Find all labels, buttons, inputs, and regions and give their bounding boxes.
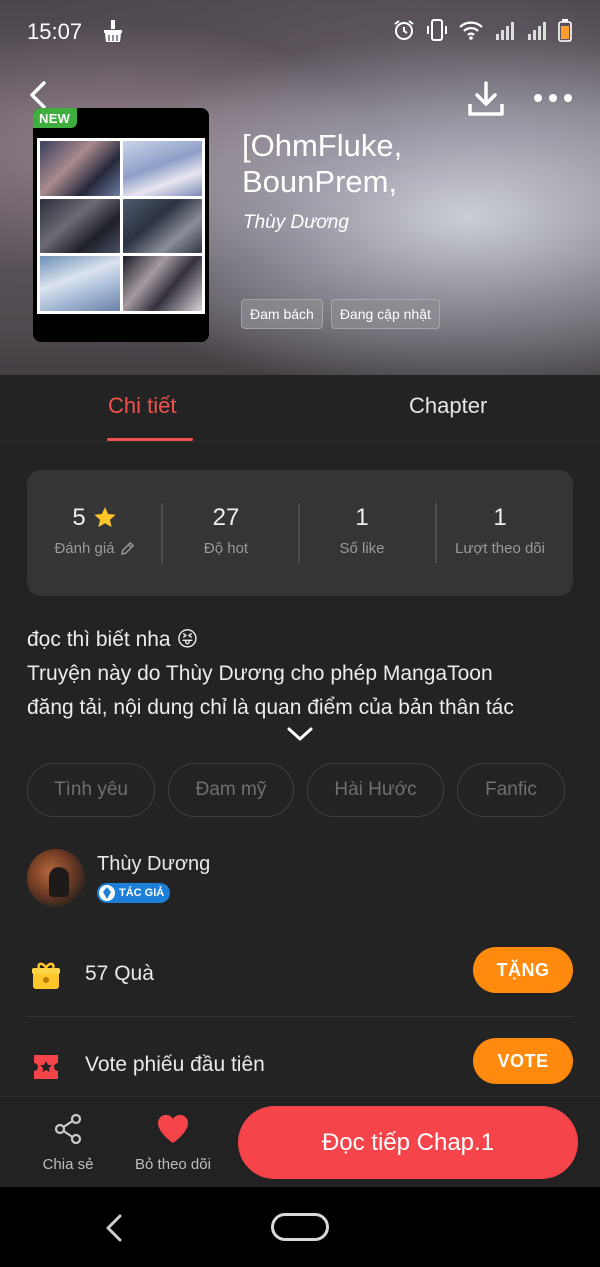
author-badge-icon [99, 885, 115, 901]
continue-reading-button[interactable]: Đọc tiếp Chap.1 [238, 1106, 578, 1179]
rating-label: Đánh giá [54, 540, 115, 557]
status-bar: 15:07 [0, 0, 600, 62]
main-content: Chi tiết Chapter 5 Đánh giá 27 Độ hot 1 … [0, 375, 600, 1187]
book-cover: NEW [33, 108, 209, 342]
book-author: Thùy Dương [243, 212, 349, 233]
share-label: Chia sẻ [42, 1156, 94, 1173]
nav-back-button[interactable] [100, 1213, 130, 1243]
genre-tag[interactable]: Đam mỹ [168, 763, 294, 817]
author-badge: TÁC GIẢ [97, 883, 171, 903]
author-badge-label: TÁC GIẢ [119, 887, 165, 899]
genre-tag[interactable]: Fanfic [457, 763, 565, 817]
heart-icon [157, 1114, 189, 1143]
gift-count: 57 Quà [85, 962, 154, 985]
signal-icon [496, 22, 514, 40]
broom-icon [100, 18, 126, 49]
signal-icon-2 [528, 22, 546, 40]
wifi-icon [459, 21, 483, 40]
chip-category: Đam bách [241, 299, 323, 329]
bottom-action-bar: Chia sẻ Bỏ theo dõi Đọc tiếp Chap.1 [0, 1096, 600, 1187]
more-options-button[interactable] [532, 84, 574, 112]
genre-tag[interactable]: Hài Hước [307, 763, 444, 817]
status-time: 15:07 [27, 19, 83, 44]
pencil-icon [120, 542, 134, 555]
stat-hot: 27 Độ hot [158, 504, 294, 557]
stat-follows: 1 Lượt theo dõi [432, 504, 568, 557]
hot-value: 27 [212, 504, 240, 531]
author-name[interactable]: Thùy Dương [97, 853, 210, 876]
tab-chapter[interactable]: Chapter [409, 393, 487, 419]
share-button[interactable]: Chia sẻ [40, 1113, 96, 1173]
chevron-down-icon [287, 727, 313, 741]
hot-label: Độ hot [203, 540, 249, 557]
description-line: Truyện này do Thùy Dương cho phép MangaT… [27, 662, 493, 685]
download-icon [468, 81, 504, 116]
stat-rating[interactable]: 5 Đánh giá [27, 504, 163, 557]
follows-value: 1 [493, 504, 507, 531]
battery-icon [558, 19, 572, 42]
tab-detail[interactable]: Chi tiết [108, 393, 176, 419]
nav-home-button[interactable] [271, 1213, 329, 1241]
give-gift-button[interactable]: TẶNG [473, 947, 573, 993]
stats-card: 5 Đánh giá 27 Độ hot 1 Số like 1 Lượt th… [27, 470, 573, 596]
book-title: [OhmFluke, BounPrem, [242, 128, 572, 200]
book-header: 15:07 NEW [OhmFluke, BounPrem, Thùy Dươn… [0, 0, 600, 375]
active-tab-indicator [107, 438, 193, 441]
system-nav-bar [0, 1187, 600, 1267]
vote-row: Vote phiếu đầu tiên VOTE [27, 1038, 573, 1098]
ticket-icon [34, 1055, 58, 1079]
unfollow-label: Bỏ theo dõi [135, 1156, 211, 1173]
share-icon [54, 1113, 82, 1145]
expand-description-button[interactable] [286, 725, 314, 743]
more-icon [534, 94, 572, 102]
vibrate-icon [427, 19, 447, 41]
description: đọc thì biết nha 😝 Truyện này do Thùy Dư… [27, 623, 577, 725]
chip-status: Đang cập nhật [330, 299, 440, 329]
row-divider [27, 1016, 573, 1017]
alarm-icon [394, 20, 414, 40]
cover-image [37, 138, 205, 314]
author-row[interactable]: Thùy Dương TÁC GIẢ [27, 849, 573, 909]
status-icons [392, 18, 572, 42]
star-icon [94, 507, 116, 528]
avatar[interactable] [27, 849, 85, 907]
vote-button[interactable]: VOTE [473, 1038, 573, 1084]
vote-text: Vote phiếu đầu tiên [85, 1053, 265, 1076]
description-line: đọc thì biết nha 😝 [27, 628, 199, 651]
follows-label: Lượt theo dõi [455, 540, 545, 557]
tab-bar: Chi tiết Chapter [0, 375, 600, 442]
likes-label: Số like [339, 540, 385, 557]
book-chips: Đam bách Đang cập nhật [241, 299, 440, 329]
download-button[interactable] [466, 80, 506, 118]
new-badge: NEW [33, 108, 78, 128]
book-title-line1: [OhmFluke, [242, 128, 403, 163]
gift-icon [32, 962, 60, 989]
unfollow-button[interactable]: Bỏ theo dõi [130, 1113, 216, 1173]
nav-back-icon [106, 1214, 122, 1242]
likes-value: 1 [355, 504, 369, 531]
gift-row: 57 Quà TẶNG [27, 947, 573, 1007]
description-line: đăng tải, nội dung chỉ là quan điểm của … [27, 696, 514, 719]
genre-tags: Tình yêu Đam mỹ Hài Hước Fanfic [27, 763, 565, 817]
rating-value: 5 [72, 504, 86, 531]
genre-tag[interactable]: Tình yêu [27, 763, 155, 817]
stat-likes: 1 Số like [294, 504, 430, 557]
book-title-line2: BounPrem, [242, 164, 398, 199]
